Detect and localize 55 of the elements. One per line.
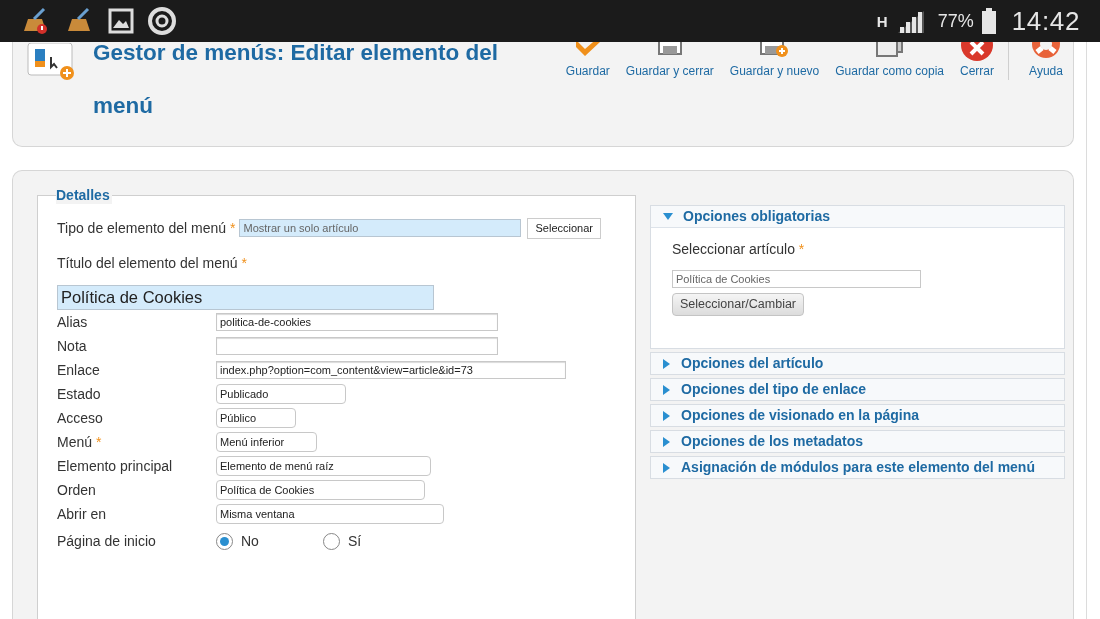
title-field[interactable]: Política de Cookies xyxy=(57,285,434,310)
radio-label: Sí xyxy=(348,531,362,551)
battery-percentage: 77% xyxy=(937,9,974,33)
page-title: Gestor de menús: Editar elemento del menú xyxy=(93,42,500,120)
dropdown[interactable]: Público xyxy=(216,408,296,428)
field-label: Tipo de elemento del menú * xyxy=(57,218,236,238)
dropdown[interactable]: Política de Cookies xyxy=(216,480,425,500)
dropdown[interactable]: Elemento de menú raíz xyxy=(216,456,431,476)
panel-header[interactable]: Opciones de los metadatos xyxy=(651,431,1064,452)
select-change-button[interactable]: Seleccionar/Cambiar xyxy=(672,293,805,316)
required-mark: * xyxy=(95,434,102,450)
dropdown[interactable]: Misma ventana xyxy=(216,504,444,524)
text-field[interactable] xyxy=(216,337,498,355)
text-field[interactable]: index.php?option=com_content&view=article&id=73 xyxy=(216,361,566,379)
circle-logo-icon xyxy=(148,7,176,35)
toolbar-button[interactable]: Guardar xyxy=(557,42,618,80)
field-label: Enlace xyxy=(57,362,100,378)
select-button[interactable]: Seleccionar xyxy=(527,217,601,239)
required-mark: * xyxy=(230,219,236,236)
clock: 14:42 xyxy=(1011,4,1080,38)
field-label: Alias xyxy=(57,314,88,330)
field-label: Página de inicio xyxy=(57,533,156,549)
article-field[interactable]: Política de Cookies xyxy=(672,270,921,288)
battery-icon xyxy=(981,8,996,34)
field-label: Orden xyxy=(57,482,96,498)
toolbar-button[interactable]: Guardar como copia xyxy=(827,42,952,80)
field-label: Título del elemento del menú * xyxy=(57,255,247,271)
text-field[interactable]: politica-de-cookies xyxy=(216,313,498,331)
field-label: Menú * xyxy=(57,434,102,450)
required-mark: * xyxy=(241,255,247,271)
image-icon xyxy=(108,8,134,34)
radio-button[interactable] xyxy=(216,532,233,550)
fieldset-legend: Detalles xyxy=(56,186,112,204)
panel-header[interactable]: Opciones del artículo xyxy=(651,353,1064,374)
panel-header[interactable]: Asignación de módulos para este elemento del menú xyxy=(651,457,1064,478)
required-mark: * xyxy=(798,241,805,257)
dropdown[interactable]: Publicado xyxy=(216,384,346,404)
field-label: Elemento principal xyxy=(57,458,173,474)
panel-header[interactable]: Opciones obligatorias xyxy=(651,206,1064,227)
field-label: Estado xyxy=(57,386,101,402)
radio-button[interactable] xyxy=(323,532,340,550)
panel-header[interactable]: Opciones de visionado en la página xyxy=(651,405,1064,426)
radio-label: No xyxy=(241,531,259,551)
network-type: H xyxy=(876,13,888,29)
toolbar-button[interactable]: Cerrar xyxy=(952,42,1002,80)
toolbar-button[interactable]: Ayuda xyxy=(1021,42,1071,80)
field-label: Abrir en xyxy=(57,506,107,522)
dropdown[interactable]: Menú inferior xyxy=(216,432,317,452)
panel-header[interactable]: Opciones del tipo de enlace xyxy=(651,379,1064,400)
menu-type-field[interactable]: Mostrar un solo artículo xyxy=(239,219,522,237)
field-label: Acceso xyxy=(57,410,103,426)
toolbar-button[interactable]: Guardar y nuevo xyxy=(721,42,828,80)
toolbar-button[interactable]: Guardar y cerrar xyxy=(617,42,722,80)
field-label: Nota xyxy=(57,338,87,354)
field-label: Seleccionar artículo * xyxy=(672,240,806,259)
